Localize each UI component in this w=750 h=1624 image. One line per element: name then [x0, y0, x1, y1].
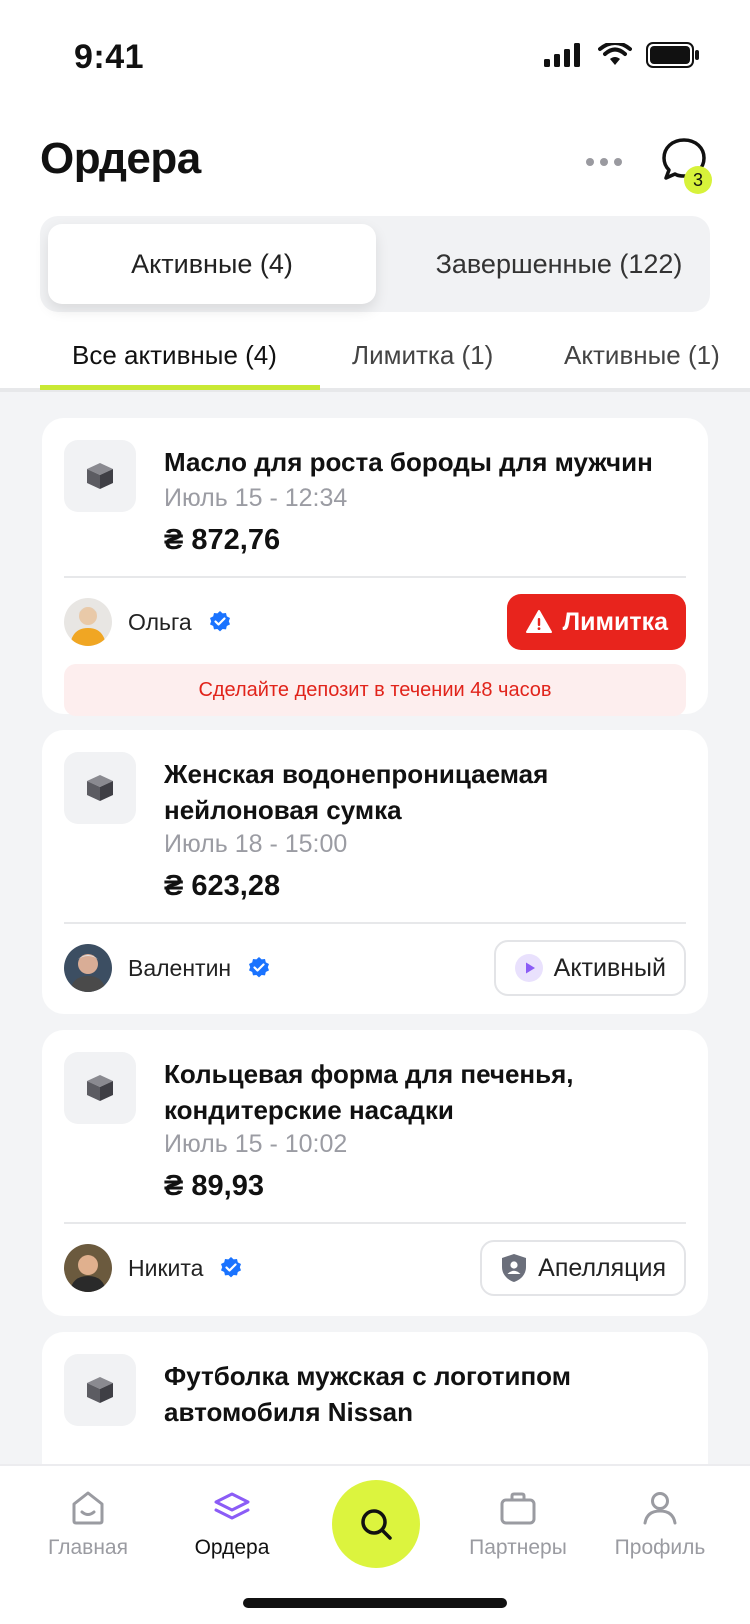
order-card[interactable]: Масло для роста бороды для мужчин Июль 1…: [42, 418, 708, 716]
status-segmented-control: Активные (4) Завершенные (122): [40, 216, 710, 312]
nav-orders[interactable]: Ордера: [162, 1488, 302, 1560]
nav-home-label: Главная: [48, 1536, 128, 1559]
package-icon: [87, 1075, 113, 1101]
order-date: Июль 15 - 10:02: [164, 1130, 348, 1158]
package-icon: [87, 1377, 113, 1403]
messages-button[interactable]: 3: [658, 134, 712, 194]
order-card[interactable]: Кольцевая форма для печенья, кондитерски…: [42, 1030, 708, 1316]
status-active-button[interactable]: Активный: [493, 940, 686, 996]
tab-active[interactable]: Активные (1): [564, 340, 720, 371]
seller-info: Никита: [64, 1244, 243, 1292]
product-thumbnail: [64, 752, 136, 824]
order-title: Масло для роста бороды для мужчин: [164, 447, 653, 477]
avatar: [64, 598, 112, 646]
segment-active[interactable]: Активные (4): [48, 224, 376, 304]
home-icon: [72, 1491, 104, 1525]
orders-list: Масло для роста бороды для мужчин Июль 1…: [0, 392, 750, 1464]
seller-name: Ольга: [128, 608, 192, 635]
more-dot-icon: [586, 158, 594, 166]
shield-user-icon: [502, 1254, 527, 1282]
user-icon: [643, 1492, 677, 1525]
more-dot-icon: [600, 158, 608, 166]
nav-home[interactable]: Главная: [18, 1488, 158, 1560]
signal-icon: [544, 43, 580, 67]
nav-partners[interactable]: Партнеры: [448, 1488, 588, 1560]
order-card[interactable]: Женская водонепроницаемая нейлоновая сум…: [42, 730, 708, 1014]
briefcase-icon: [500, 1492, 536, 1525]
seller-name: Никита: [128, 1254, 204, 1281]
filter-tabs: Все активные (4) Лимитка (1) Активные (1…: [0, 330, 750, 392]
layers-icon: [214, 1492, 250, 1520]
wifi-icon: [598, 43, 632, 65]
order-date: Июль 18 - 15:00: [164, 830, 348, 858]
status-label: Апелляция: [538, 1253, 666, 1282]
seller-name: Валентин: [128, 954, 232, 981]
product-thumbnail: [64, 440, 136, 512]
package-icon: [87, 463, 113, 489]
search-button[interactable]: [332, 1480, 420, 1568]
order-card[interactable]: Футболка мужская с логотипом автомобиля …: [42, 1332, 708, 1464]
page-title: Ордера: [40, 134, 201, 183]
product-thumbnail: [64, 1052, 136, 1124]
more-button[interactable]: [580, 144, 628, 180]
play-circle-icon: [514, 954, 543, 982]
product-thumbnail: [64, 1354, 136, 1426]
battery-icon: [646, 42, 699, 68]
segment-completed[interactable]: Завершенные (122): [416, 224, 702, 304]
messages-badge: 3: [684, 166, 712, 194]
status-label: Активный: [553, 953, 666, 982]
order-price: ₴ 623,28: [164, 870, 281, 902]
seller-info: Ольга: [64, 598, 232, 646]
status-icons: [544, 42, 700, 68]
order-title: Футболка мужская с логотипом автомобиля …: [164, 1361, 571, 1427]
package-icon: [87, 775, 113, 801]
warning-icon: [525, 610, 552, 633]
tab-underline: [40, 385, 320, 390]
verified-icon: [249, 957, 270, 978]
home-indicator: [243, 1598, 507, 1608]
more-dot-icon: [614, 158, 622, 166]
tab-limit[interactable]: Лимитка (1): [352, 340, 493, 371]
deposit-notice: Сделайте депозит в течении 48 часов: [64, 664, 686, 716]
header: Ордера 3: [40, 130, 712, 210]
card-divider: [64, 922, 686, 924]
avatar: [64, 1244, 112, 1292]
tab-all-active[interactable]: Все активные (4): [72, 340, 277, 371]
avatar: [64, 944, 112, 992]
bottom-navigation: Главная Ордера Партнеры Профиль: [0, 1464, 750, 1624]
order-title: Женская водонепроницаемая нейлоновая сум…: [164, 759, 549, 825]
nav-orders-label: Ордера: [194, 1536, 270, 1559]
status-appeal-button[interactable]: Апелляция: [480, 1240, 686, 1296]
order-date: Июль 15 - 12:34: [164, 484, 348, 512]
verified-icon: [221, 1257, 242, 1278]
status-time: 9:41: [74, 38, 145, 76]
status-label: Лимитка: [562, 607, 668, 636]
order-title: Кольцевая форма для печенья, кондитерски…: [164, 1059, 574, 1125]
verified-icon: [209, 611, 230, 632]
order-price: ₴ 89,93: [164, 1170, 264, 1202]
search-icon: [361, 1509, 392, 1540]
nav-profile[interactable]: Профиль: [590, 1488, 730, 1560]
seller-info: Валентин: [64, 944, 271, 992]
nav-partners-label: Партнеры: [469, 1536, 567, 1559]
card-divider: [64, 576, 686, 578]
order-price: ₴ 872,76: [164, 524, 281, 556]
card-divider: [64, 1222, 686, 1224]
status-limit-button[interactable]: Лимитка: [506, 594, 686, 650]
nav-profile-label: Профиль: [614, 1536, 706, 1559]
status-bar: 9:41: [0, 0, 750, 116]
